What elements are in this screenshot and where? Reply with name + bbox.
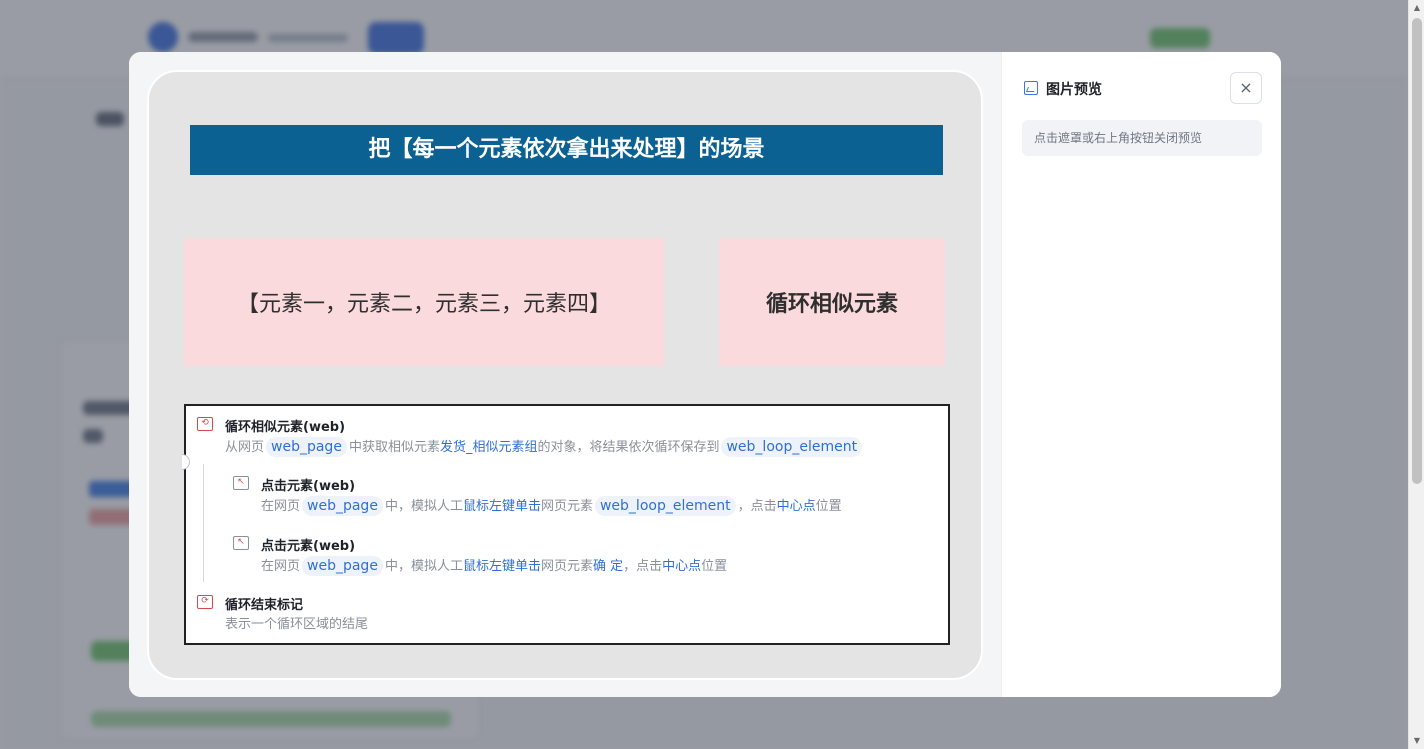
- image-icon: [1024, 81, 1038, 95]
- step-title: 点击元素(web): [261, 539, 356, 554]
- panel-title: 图片预览: [1046, 82, 1102, 98]
- image-heading: 把【每一个元素依次拿出来处理】的场景: [190, 125, 943, 175]
- image-preview-modal: 把【每一个元素依次拿出来处理】的场景 【元素一，元素二，元素三，元素四】 循环相…: [129, 52, 1281, 697]
- click-icon: ↖: [233, 476, 249, 490]
- step-title: 循环相似元素(web): [225, 420, 346, 435]
- scroll-down-arrow-icon[interactable]: ▼: [1409, 733, 1424, 749]
- page-scrollbar[interactable]: ▲ ▼: [1408, 0, 1424, 749]
- scroll-thumb[interactable]: [1412, 18, 1422, 484]
- close-button[interactable]: ×: [1230, 72, 1262, 104]
- elements-box: 【元素一，元素二，元素三，元素四】: [184, 238, 664, 366]
- step-desc: 在网页 web_page 中，模拟人工鼠标左键单击网页元素 web_loop_elem…: [261, 496, 842, 516]
- close-icon[interactable]: ×: [1239, 78, 1252, 97]
- preview-side-panel: 图片预览 × 点击遮罩或右上角按钮关闭预览: [1001, 52, 1281, 697]
- collapse-handle: [182, 454, 190, 470]
- click-icon: ↖: [233, 536, 249, 550]
- scroll-up-arrow-icon[interactable]: ▲: [1409, 0, 1424, 16]
- loop-similar-box: 循环相似元素: [719, 238, 945, 366]
- close-hint: 点击遮罩或右上角按钮关闭预览: [1022, 120, 1262, 156]
- step-title: 循环结束标记: [225, 598, 304, 613]
- image-area: 把【每一个元素依次拿出来处理】的场景 【元素一，元素二，元素三，元素四】 循环相…: [129, 52, 1001, 697]
- step-desc: 从网页 web_page 中获取相似元素发货_相似元素组的对象，将结果依次循环保存到…: [225, 437, 864, 458]
- loop-scope-line: [203, 464, 204, 582]
- step-desc: 在网页 web_page 中，模拟人工鼠标左键单击网页元素确 定，点击中心点位置: [261, 556, 728, 576]
- preview-image: 把【每一个元素依次拿出来处理】的场景 【元素一，元素二，元素三，元素四】 循环相…: [147, 70, 983, 680]
- loop-icon: ⟲: [197, 417, 213, 431]
- flow-screenshot: ⟲ 循环相似元素(web) 从网页 web_page 中获取相似元素发货_相似元素组…: [182, 404, 950, 645]
- step-title: 点击元素(web): [261, 479, 356, 494]
- step-desc: 表示一个循环区域的结尾: [225, 617, 369, 632]
- loop-end-icon: ⟳: [197, 595, 213, 609]
